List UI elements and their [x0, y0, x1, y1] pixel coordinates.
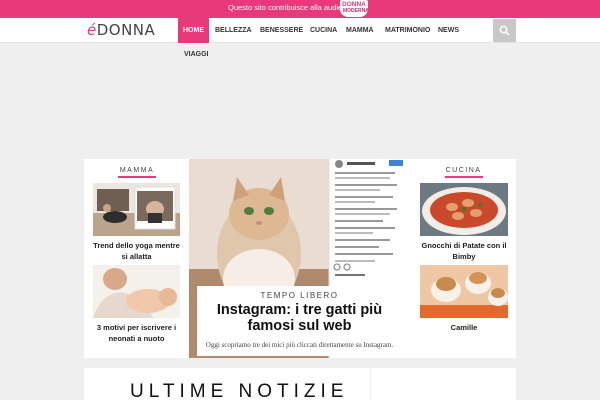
feature-title[interactable]: Instagram: i tre gatti più famosi sul we… — [197, 302, 402, 334]
baby-swim-thumbnail[interactable] — [93, 265, 180, 318]
gnocchi-caption[interactable]: Gnocchi di Patate con il Bimby — [420, 240, 508, 262]
nav-home[interactable]: HOME — [178, 18, 209, 43]
nav-matrimonio[interactable]: MATRIMONIO — [385, 18, 430, 43]
camille-thumbnail[interactable] — [420, 265, 508, 318]
nav-mamma[interactable]: MAMMA — [346, 18, 374, 43]
right-column-label[interactable]: CUCINA — [420, 167, 507, 174]
yoga-caption[interactable]: Trend dello yoga mentre si allatta — [93, 240, 180, 262]
feature-excerpt: Oggi scopriamo tre dei mici più cliccati… — [205, 341, 394, 349]
latest-news-divider — [370, 368, 371, 400]
latest-news-title: ULTIME NOTIZIE — [130, 381, 349, 400]
nav-benessere[interactable]: BENESSERE — [260, 18, 303, 43]
donna-moderna-logo[interactable]: DONNA MODERNA — [340, 0, 369, 17]
search-icon — [499, 25, 510, 36]
audience-banner: Questo sito contribuisce alla audience d… — [0, 0, 600, 18]
yoga-thumbnail[interactable] — [93, 183, 180, 236]
search-button[interactable] — [493, 19, 516, 42]
site-logo[interactable]: éDONNA — [87, 21, 155, 39]
right-column-underline — [445, 176, 483, 178]
camille-caption[interactable]: Camille — [420, 322, 508, 333]
left-column-underline — [118, 176, 156, 178]
nav-cucina[interactable]: CUCINA — [310, 18, 337, 43]
feature-info-box: TEMPO LIBERO Instagram: i tre gatti più … — [197, 286, 402, 356]
site-logo-donna: DONNA — [96, 21, 156, 39]
left-column-label[interactable]: MAMMA — [94, 167, 180, 174]
feature-category[interactable]: TEMPO LIBERO — [197, 291, 402, 300]
latest-news-section: ULTIME NOTIZIE — [84, 368, 516, 400]
site-logo-e: é — [87, 21, 97, 39]
nav-bellezza[interactable]: BELLEZZA — [215, 18, 252, 43]
nav-viaggi[interactable]: VIAGGI — [184, 51, 209, 58]
donna-moderna-logo-line2: MODERNA — [343, 8, 369, 14]
baby-swim-caption[interactable]: 3 motivi per iscrivere i neonati a nuoto — [93, 322, 180, 344]
gnocchi-thumbnail[interactable] — [420, 183, 508, 236]
nav-news[interactable]: NEWS — [438, 18, 459, 43]
